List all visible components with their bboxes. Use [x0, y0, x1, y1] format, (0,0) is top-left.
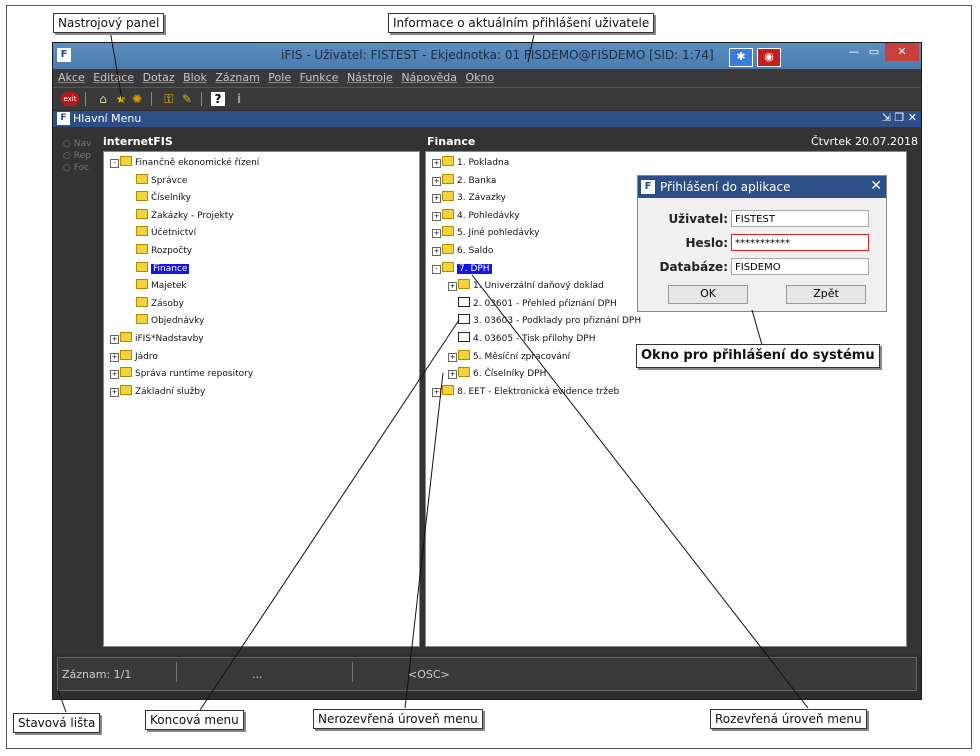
annotation-collapsed: Nerozevřená úroveň menu — [313, 709, 483, 729]
annotation-expanded: Rozevřená úroveň menu — [710, 709, 867, 729]
annotation-login-info: Informace o aktuálním přihlášení uživate… — [388, 13, 655, 33]
annotation-leaf-menu: Koncová menu — [145, 710, 244, 730]
annotation-statusbar: Stavová lišta — [13, 713, 101, 733]
annotation-toolbar: Nastrojový panel — [53, 13, 165, 33]
annotation-leaders — [57, 29, 809, 713]
annotation-login-window: Okno pro přihlášení do systému — [636, 344, 880, 368]
